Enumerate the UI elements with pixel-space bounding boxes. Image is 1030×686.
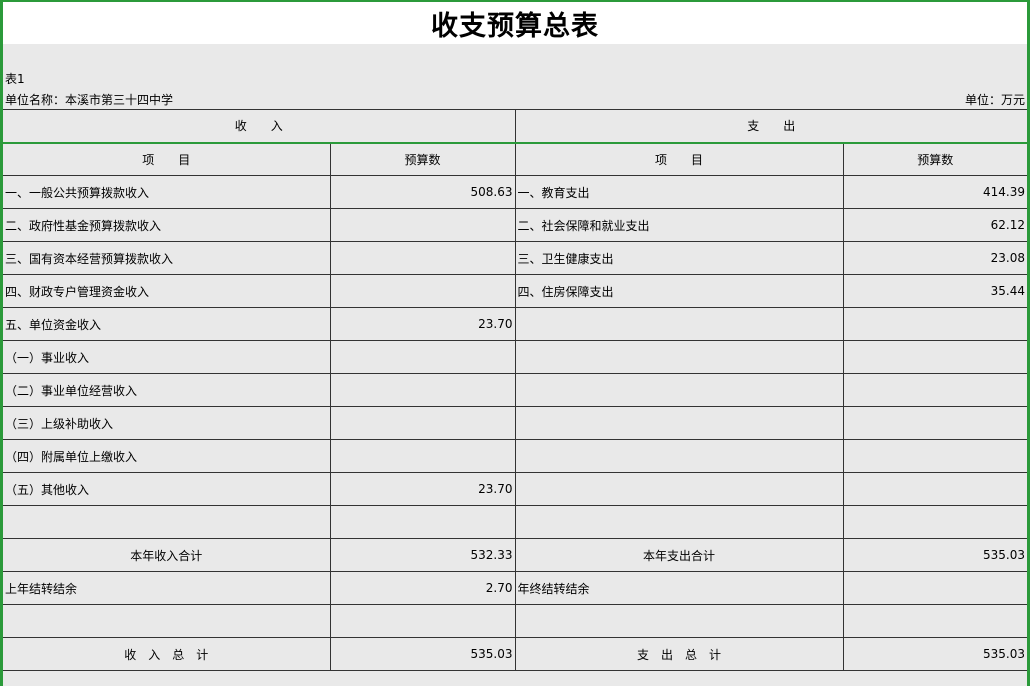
unit-label: 单位：万元: [964, 93, 1025, 107]
income-item-cell[interactable]: 四、财政专户管理资金收入: [3, 274, 331, 308]
page-title: 收支预算总表: [431, 10, 599, 42]
expense-value-cell[interactable]: [842, 439, 1027, 473]
expense-item-cell[interactable]: 四、住房保障支出: [514, 274, 844, 308]
expense-item-cell[interactable]: 三、卫生健康支出: [514, 241, 844, 275]
table-row: 二、政府性基金预算拨款收入 二、社会保障和就业支出 62.12: [3, 208, 1027, 242]
income-item-cell[interactable]: （二）事业单位经营收入: [3, 373, 331, 407]
carry-over-row: 上年结转结余 2.70 年终结转结余: [3, 571, 1027, 605]
year-income-label[interactable]: 本年收入合计: [3, 538, 331, 572]
expense-item-cell[interactable]: [514, 472, 844, 506]
expense-value-cell[interactable]: 23.08: [842, 241, 1027, 275]
grand-income-label[interactable]: 收 入 总 计: [3, 637, 331, 671]
expense-item-cell[interactable]: 一、教育支出: [514, 175, 844, 209]
year-total-row: 本年收入合计 532.33 本年支出合计 535.03: [3, 538, 1027, 572]
expense-item-cell[interactable]: [514, 439, 844, 473]
expense-item-cell[interactable]: [514, 373, 844, 407]
year-income-value[interactable]: 532.33: [329, 538, 516, 572]
income-section-header[interactable]: 收 入: [3, 109, 516, 144]
expense-value-cell[interactable]: [842, 373, 1027, 407]
year-expense-value[interactable]: 535.03: [842, 538, 1027, 572]
header-row-sections: 收 入 支 出: [3, 109, 1027, 144]
expense-value-cell[interactable]: [842, 406, 1027, 440]
expense-value-cell[interactable]: 62.12: [842, 208, 1027, 242]
carry-in-value[interactable]: 2.70: [329, 571, 516, 605]
expense-item-cell[interactable]: [514, 307, 844, 341]
expense-value-cell[interactable]: [842, 340, 1027, 374]
expense-item-cell[interactable]: [514, 505, 844, 539]
unit-name: 单位名称：本溪市第三十四中学: [5, 93, 174, 107]
table-row: （二）事业单位经营收入: [3, 373, 1027, 407]
income-item-cell[interactable]: 二、政府性基金预算拨款收入: [3, 208, 331, 242]
income-value-cell[interactable]: 23.70: [329, 472, 516, 506]
table-row: 五、单位资金收入 23.70: [3, 307, 1027, 341]
table-row: （一）事业收入: [3, 340, 1027, 374]
grand-expense-value[interactable]: 535.03: [842, 637, 1027, 671]
income-value-cell[interactable]: [329, 340, 516, 374]
header-row-columns: 项 目 预算数 项 目 预算数: [3, 142, 1027, 176]
expense-value-cell[interactable]: 414.39: [842, 175, 1027, 209]
income-item-cell[interactable]: （一）事业收入: [3, 340, 331, 374]
income-item-cell[interactable]: （四）附属单位上缴收入: [3, 439, 331, 473]
income-item-cell[interactable]: 一、一般公共预算拨款收入: [3, 175, 331, 209]
income-item-header[interactable]: 项 目: [3, 142, 331, 176]
grand-expense-label[interactable]: 支 出 总 计: [514, 637, 844, 671]
table-row: 三、国有资本经营预算拨款收入 三、卫生健康支出 23.08: [3, 241, 1027, 275]
grand-income-value[interactable]: 535.03: [329, 637, 516, 671]
expense-item-cell[interactable]: 二、社会保障和就业支出: [514, 208, 844, 242]
income-value-cell[interactable]: [329, 505, 516, 539]
expense-value-cell[interactable]: [842, 505, 1027, 539]
expense-item-cell[interactable]: [514, 406, 844, 440]
expense-value-cell[interactable]: [842, 307, 1027, 341]
table-row: （四）附属单位上缴收入: [3, 439, 1027, 473]
table-row: （五）其他收入 23.70: [3, 472, 1027, 506]
year-expense-label[interactable]: 本年支出合计: [514, 538, 844, 572]
table-row: [3, 505, 1027, 539]
blank-row: [3, 604, 1027, 638]
income-value-cell[interactable]: [329, 439, 516, 473]
expense-budget-header[interactable]: 预算数: [842, 142, 1027, 176]
income-value-cell[interactable]: [329, 208, 516, 242]
expense-value-cell[interactable]: [842, 472, 1027, 506]
income-item-cell[interactable]: （五）其他收入: [3, 472, 331, 506]
income-value-cell[interactable]: [329, 406, 516, 440]
table-number: 表1: [5, 72, 25, 86]
blank-cell[interactable]: [3, 604, 331, 638]
blank-cell[interactable]: [514, 604, 844, 638]
carry-out-value[interactable]: [842, 571, 1027, 605]
income-item-cell[interactable]: （三）上级补助收入: [3, 406, 331, 440]
carry-in-label[interactable]: 上年结转结余: [3, 571, 331, 605]
expense-section-header[interactable]: 支 出: [514, 109, 1027, 144]
income-value-cell[interactable]: [329, 274, 516, 308]
income-item-cell[interactable]: [3, 505, 331, 539]
budget-table: 收 入 支 出 项 目 预算数 项 目 预算数 一、一般公共预算拨款收入 508.…: [3, 109, 1027, 671]
expense-item-header[interactable]: 项 目: [514, 142, 844, 176]
blank-cell[interactable]: [842, 604, 1027, 638]
table-row: 四、财政专户管理资金收入 四、住房保障支出 35.44: [3, 274, 1027, 308]
income-value-cell[interactable]: 508.63: [329, 175, 516, 209]
grand-total-row: 收 入 总 计 535.03 支 出 总 计 535.03: [3, 637, 1027, 671]
expense-value-cell[interactable]: 35.44: [842, 274, 1027, 308]
income-value-cell[interactable]: 23.70: [329, 307, 516, 341]
income-item-cell[interactable]: 三、国有资本经营预算拨款收入: [3, 241, 331, 275]
blank-cell[interactable]: [329, 604, 516, 638]
income-value-cell[interactable]: [329, 241, 516, 275]
income-value-cell[interactable]: [329, 373, 516, 407]
income-item-cell[interactable]: 五、单位资金收入: [3, 307, 331, 341]
carry-out-label[interactable]: 年终结转结余: [514, 571, 844, 605]
expense-item-cell[interactable]: [514, 340, 844, 374]
table-row: （三）上级补助收入: [3, 406, 1027, 440]
income-budget-header[interactable]: 预算数: [329, 142, 516, 176]
table-row: 一、一般公共预算拨款收入 508.63 一、教育支出 414.39: [3, 175, 1027, 209]
